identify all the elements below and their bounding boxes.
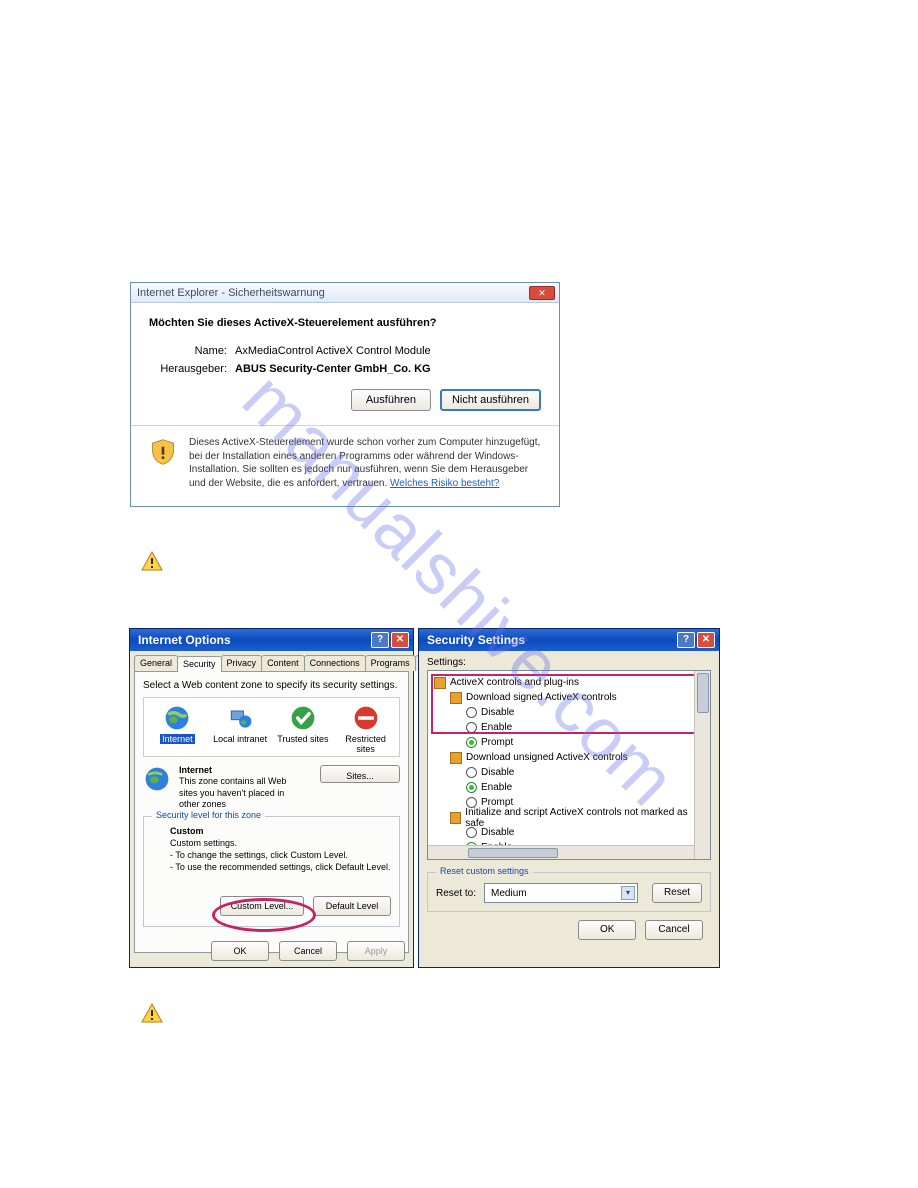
shield-warning-icon bbox=[149, 438, 177, 466]
activex-icon bbox=[450, 692, 462, 704]
restricted-icon bbox=[352, 704, 380, 732]
ok-button[interactable]: OK bbox=[211, 941, 269, 961]
name-label: Name: bbox=[149, 345, 227, 357]
vertical-scrollbar[interactable] bbox=[694, 671, 710, 859]
cancel-button[interactable]: Cancel bbox=[279, 941, 337, 961]
radio-icon bbox=[466, 827, 477, 838]
zone-label: Restricted sites bbox=[345, 734, 386, 754]
custom-level-button[interactable]: Custom Level... bbox=[220, 896, 305, 916]
horizontal-scrollbar[interactable] bbox=[428, 845, 694, 859]
activex-icon bbox=[434, 677, 446, 689]
reset-level-select[interactable]: Medium ▾ bbox=[484, 883, 638, 903]
dialog-titlebar[interactable]: Internet Explorer - Sicherheitswarnung ✕ bbox=[131, 283, 559, 303]
security-settings-dialog: Security Settings ? ✕ Settings: ActiveX … bbox=[418, 628, 720, 968]
dialog-title: Internet Options bbox=[138, 633, 231, 647]
radio-selected-icon bbox=[466, 782, 477, 793]
tree-option-disable[interactable]: Disable bbox=[432, 705, 692, 720]
tree-item: Initialize and script ActiveX controls n… bbox=[432, 810, 692, 825]
info-text-block: Dieses ActiveX-Steuerelement wurde schon… bbox=[189, 436, 541, 490]
reset-button[interactable]: Reset bbox=[652, 883, 702, 903]
default-level-button[interactable]: Default Level bbox=[313, 896, 391, 916]
custom-line1: - To change the settings, click Custom L… bbox=[170, 849, 391, 861]
ie-security-warning-dialog: Internet Explorer - Sicherheitswarnung ✕… bbox=[130, 282, 560, 507]
tree-item: Download unsigned ActiveX controls bbox=[432, 750, 692, 765]
help-icon[interactable]: ? bbox=[371, 632, 389, 648]
dialog-body: Möchten Sie dieses ActiveX-Steuerelement… bbox=[131, 303, 559, 506]
tree-option-prompt[interactable]: Prompt bbox=[432, 735, 692, 750]
custom-sub: Custom settings. bbox=[170, 837, 391, 849]
publisher-label: Herausgeber: bbox=[149, 363, 227, 375]
sites-button[interactable]: Sites... bbox=[320, 765, 400, 783]
intranet-icon bbox=[226, 704, 254, 732]
help-icon[interactable]: ? bbox=[677, 632, 695, 648]
security-tab-panel: Select a Web content zone to specify its… bbox=[134, 671, 409, 953]
radio-selected-icon bbox=[466, 737, 477, 748]
zone-trusted-sites[interactable]: Trusted sites bbox=[274, 704, 332, 754]
warning-triangle-icon bbox=[140, 550, 164, 574]
chevron-down-icon: ▾ bbox=[621, 886, 635, 900]
dont-run-button[interactable]: Nicht ausführen bbox=[440, 389, 541, 411]
scrollbar-thumb[interactable] bbox=[697, 673, 709, 713]
zone-label: Trusted sites bbox=[277, 734, 328, 744]
apply-button[interactable]: Apply bbox=[347, 941, 405, 961]
publisher-value: ABUS Security-Center GmbH_Co. KG bbox=[235, 363, 431, 375]
run-button[interactable]: Ausführen bbox=[351, 389, 431, 411]
zone-internet[interactable]: Internet bbox=[148, 704, 206, 754]
globe-icon bbox=[143, 765, 171, 793]
name-value: AxMediaControl ActiveX Control Module bbox=[235, 345, 431, 357]
tree-group-activex: ActiveX controls and plug-ins bbox=[432, 675, 692, 690]
close-icon[interactable]: ✕ bbox=[697, 632, 715, 648]
tab-programs[interactable]: Programs bbox=[365, 655, 416, 671]
reset-fieldset: Reset custom settings Reset to: Medium ▾… bbox=[427, 872, 711, 912]
zone-selector: Internet Local intranet Trusted sites Re… bbox=[143, 697, 400, 757]
dialog-titlebar[interactable]: Internet Options ? ✕ bbox=[130, 629, 413, 651]
select-value: Medium bbox=[491, 888, 527, 899]
radio-icon bbox=[466, 722, 477, 733]
dialog-title: Security Settings bbox=[427, 633, 525, 647]
custom-heading: Custom bbox=[170, 825, 391, 837]
globe-icon bbox=[163, 704, 191, 732]
dialog-title: Internet Explorer - Sicherheitswarnung bbox=[137, 287, 325, 299]
zone-label: Internet bbox=[160, 734, 195, 744]
zone-label: Local intranet bbox=[213, 734, 267, 744]
trusted-icon bbox=[289, 704, 317, 732]
zone-description: This zone contains all Web sites you hav… bbox=[179, 776, 306, 810]
security-level-fieldset: Security level for this zone Custom Cust… bbox=[143, 816, 400, 927]
tab-content[interactable]: Content bbox=[261, 655, 305, 671]
activex-icon bbox=[450, 812, 461, 824]
settings-label: Settings: bbox=[427, 657, 711, 668]
risk-link[interactable]: Welches Risiko besteht? bbox=[390, 478, 499, 489]
tab-privacy[interactable]: Privacy bbox=[221, 655, 263, 671]
scrollbar-thumb[interactable] bbox=[468, 848, 558, 858]
ok-button[interactable]: OK bbox=[578, 920, 636, 940]
question-text: Möchten Sie dieses ActiveX-Steuerelement… bbox=[149, 317, 541, 329]
tab-general[interactable]: General bbox=[134, 655, 178, 671]
fieldset-legend: Security level for this zone bbox=[152, 810, 265, 820]
zone-heading: Internet bbox=[179, 765, 306, 776]
close-icon[interactable]: ✕ bbox=[391, 632, 409, 648]
warning-triangle-icon bbox=[140, 1002, 164, 1026]
dialog-titlebar[interactable]: Security Settings ? ✕ bbox=[419, 629, 719, 651]
tree-option-enable[interactable]: Enable bbox=[432, 780, 692, 795]
zone-restricted-sites[interactable]: Restricted sites bbox=[337, 704, 395, 754]
tab-security[interactable]: Security bbox=[177, 656, 222, 672]
radio-icon bbox=[466, 707, 477, 718]
settings-tree[interactable]: ActiveX controls and plug-ins Download s… bbox=[427, 670, 711, 860]
tree-option-disable[interactable]: Disable bbox=[432, 765, 692, 780]
fieldset-legend: Reset custom settings bbox=[436, 866, 533, 876]
zone-prompt: Select a Web content zone to specify its… bbox=[143, 680, 400, 691]
zone-local-intranet[interactable]: Local intranet bbox=[211, 704, 269, 754]
radio-icon bbox=[466, 767, 477, 778]
tab-connections[interactable]: Connections bbox=[304, 655, 366, 671]
internet-options-dialog: Internet Options ? ✕ General Security Pr… bbox=[129, 628, 414, 968]
tree-item: Download signed ActiveX controls bbox=[432, 690, 692, 705]
reset-to-label: Reset to: bbox=[436, 888, 476, 899]
close-icon[interactable]: ✕ bbox=[529, 286, 555, 300]
cancel-button[interactable]: Cancel bbox=[645, 920, 703, 940]
custom-line2: - To use the recommended settings, click… bbox=[170, 861, 391, 873]
activex-icon bbox=[450, 752, 462, 764]
tree-option-enable[interactable]: Enable bbox=[432, 720, 692, 735]
tab-strip: General Security Privacy Content Connect… bbox=[130, 651, 413, 671]
